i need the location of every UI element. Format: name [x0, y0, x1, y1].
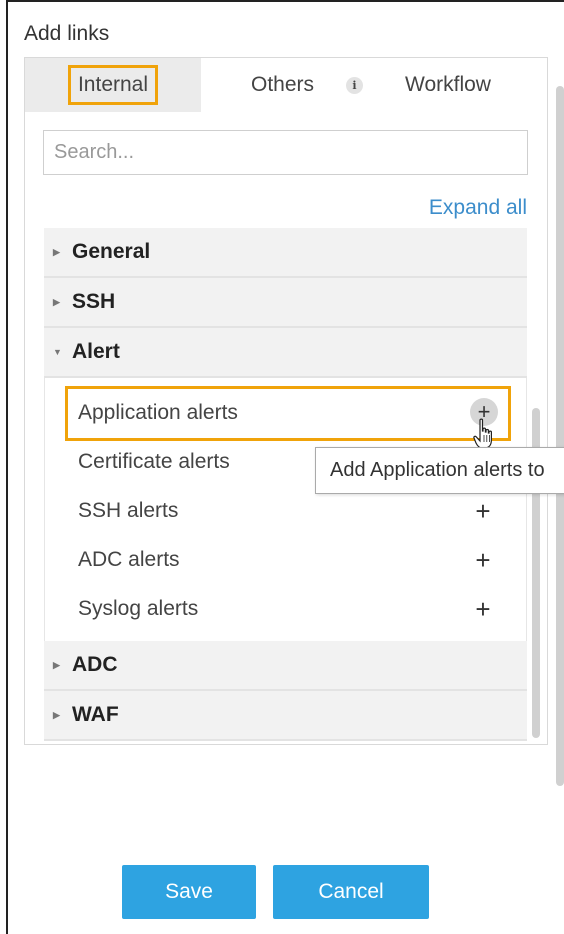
save-button[interactable]: Save — [122, 865, 256, 919]
add-icon[interactable]: + — [468, 496, 498, 526]
expand-all-link[interactable]: Expand all — [429, 196, 527, 220]
group-alert[interactable]: ▼ Alert — [44, 328, 527, 378]
group-ssh[interactable]: ▶ SSH — [44, 278, 527, 328]
list-item-syslog-alerts: Syslog alerts + — [45, 584, 526, 633]
cancel-button[interactable]: Cancel — [273, 865, 429, 919]
hand-cursor-icon — [473, 418, 492, 449]
list-item-application-alerts: Application alerts + — [45, 386, 526, 441]
caret-right-icon: ▶ — [53, 296, 60, 307]
add-links-dialog: Add links Internal Others i Workflow Exp… — [0, 0, 564, 934]
group-general-label: General — [72, 240, 151, 263]
add-icon[interactable]: + — [468, 594, 498, 624]
tab-workflow-label: Workflow — [405, 73, 491, 96]
group-waf-label: WAF — [72, 703, 119, 726]
item-label: ADC alerts — [78, 547, 180, 571]
tab-internal[interactable]: Internal — [25, 58, 201, 112]
group-alert-label: Alert — [72, 340, 120, 363]
item-label: Syslog alerts — [78, 596, 199, 620]
list-item-adc-alerts: ADC alerts + — [45, 535, 526, 584]
group-ssh-label: SSH — [72, 290, 116, 313]
search-input[interactable] — [43, 130, 528, 175]
caret-down-icon: ▼ — [53, 347, 62, 357]
tooltip: Add Application alerts to — [315, 447, 564, 494]
tab-others[interactable]: Others i — [201, 58, 389, 112]
links-panel: Internal Others i Workflow Expand all ▶ … — [24, 57, 548, 745]
caret-right-icon: ▶ — [53, 709, 60, 720]
tab-bar: Internal Others i Workflow — [25, 58, 547, 112]
caret-right-icon: ▶ — [53, 246, 60, 257]
group-adc-label: ADC — [72, 653, 118, 676]
group-waf[interactable]: ▶ WAF — [44, 691, 527, 741]
group-adc[interactable]: ▶ ADC — [44, 641, 527, 691]
dialog-title: Add links — [24, 22, 110, 45]
dialog-scrollbar[interactable] — [556, 86, 564, 786]
tab-others-label: Others — [250, 73, 315, 96]
alert-items: Application alerts + Certificate alerts … — [44, 378, 527, 641]
add-icon[interactable]: + — [468, 545, 498, 575]
info-icon[interactable]: i — [346, 76, 364, 94]
tab-internal-label: Internal — [67, 65, 159, 105]
tab-workflow[interactable]: Workflow — [389, 58, 547, 112]
item-label: Certificate alerts — [78, 449, 230, 473]
caret-right-icon: ▶ — [53, 659, 60, 670]
item-label: Application alerts — [78, 400, 238, 424]
item-label: SSH alerts — [78, 498, 179, 522]
group-general[interactable]: ▶ General — [44, 228, 527, 278]
